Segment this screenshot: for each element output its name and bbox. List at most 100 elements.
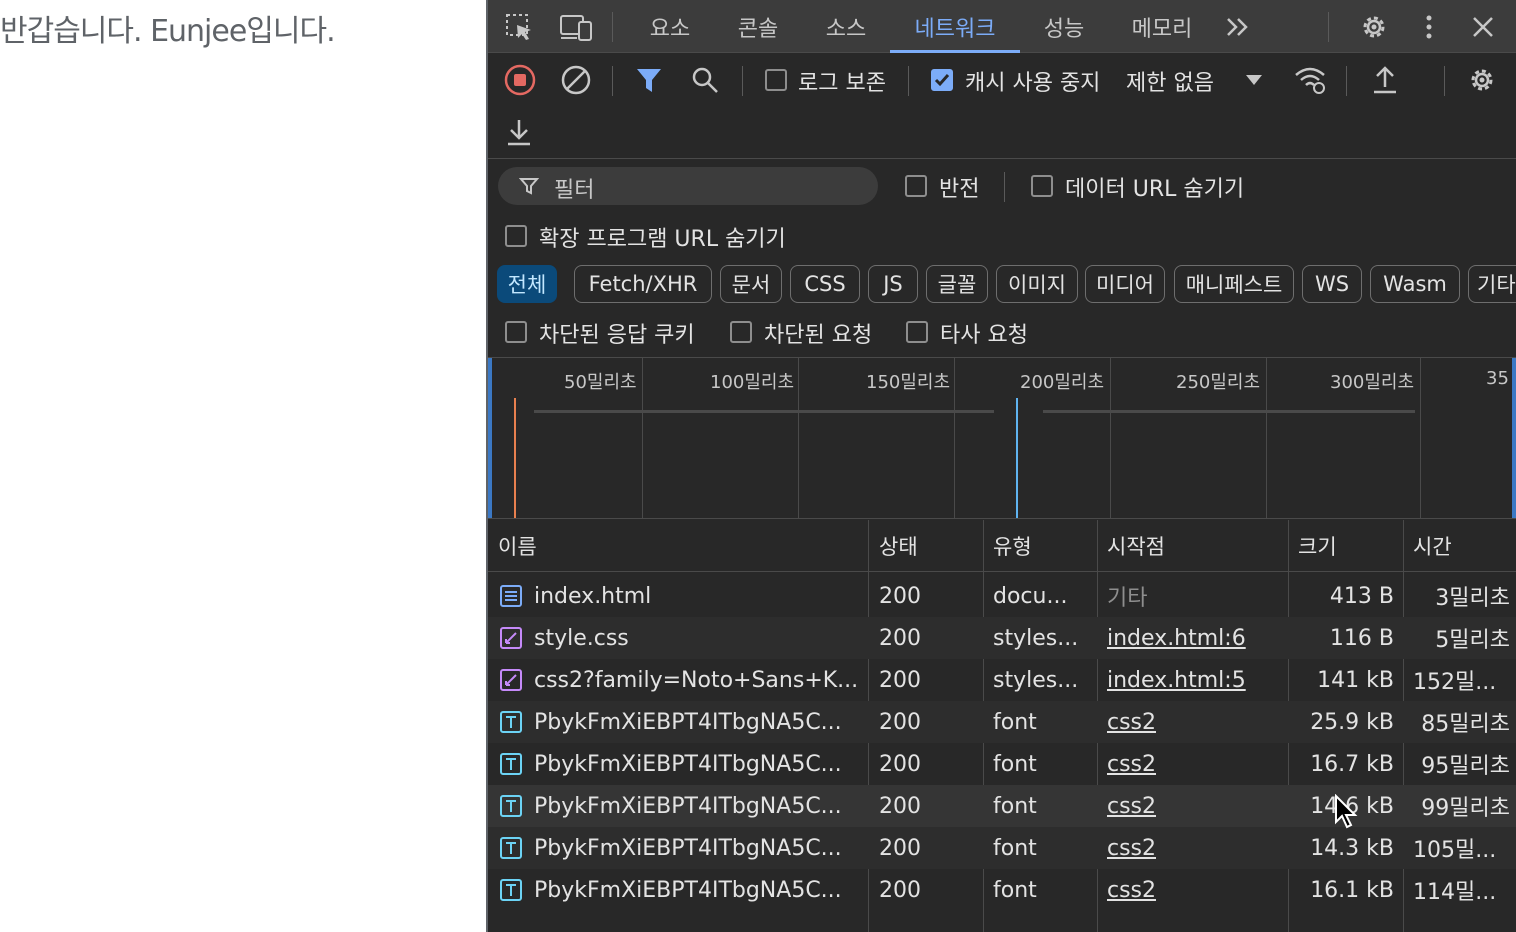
filter-input[interactable]: 필터	[498, 167, 878, 205]
kebab-menu-icon[interactable]	[1416, 10, 1442, 44]
invert-checkbox[interactable]	[905, 175, 927, 197]
request-name: style.css	[534, 625, 629, 651]
request-size: 25.9 kB	[1310, 709, 1394, 735]
chip-fetch-xhr[interactable]: Fetch/XHR	[574, 265, 712, 303]
font-icon	[500, 837, 522, 859]
request-initiator-link[interactable]: css2	[1107, 743, 1156, 785]
request-initiator-link[interactable]: index.html:5	[1107, 659, 1246, 701]
record-stop-icon[interactable]	[502, 62, 538, 98]
font-icon	[500, 879, 522, 901]
tab-performance[interactable]: 성능	[1024, 0, 1104, 53]
third-party-label: 타사 요청	[940, 323, 1028, 348]
column-status[interactable]: 상태	[879, 520, 918, 572]
table-row[interactable]: PbykFmXiEBPT4ITbgNA5C... 200 font css2 1…	[488, 869, 1516, 911]
chip-manifest[interactable]: 매니페스트	[1174, 265, 1294, 303]
chip-all[interactable]: 전체	[497, 265, 557, 303]
download-har-icon[interactable]	[502, 114, 536, 150]
filter-funnel-icon[interactable]	[632, 62, 666, 98]
page-greeting: 반갑습니다. Eunjee입니다.	[0, 14, 336, 49]
hide-data-urls-label: 데이터 URL 숨기기	[1065, 177, 1245, 202]
hide-extension-urls-label: 확장 프로그램 URL 숨기기	[539, 227, 786, 252]
tab-sources[interactable]: 소스	[804, 0, 888, 53]
chip-css[interactable]: CSS	[790, 265, 860, 303]
tab-network[interactable]: 네트워크	[890, 0, 1020, 53]
table-row[interactable]: PbykFmXiEBPT4ITbgNA5C... 200 font css2 1…	[488, 785, 1516, 827]
table-row[interactable]: PbykFmXiEBPT4ITbgNA5C... 200 font css2 1…	[488, 743, 1516, 785]
hide-data-urls-checkbox[interactable]	[1031, 175, 1053, 197]
throttle-select[interactable]: 제한 없음	[1126, 65, 1214, 97]
request-status: 200	[879, 835, 921, 861]
close-icon[interactable]	[1466, 10, 1500, 44]
column-time[interactable]: 시간	[1413, 520, 1452, 572]
waterfall-bar	[534, 410, 994, 413]
chevron-double-right-icon[interactable]	[1222, 12, 1254, 42]
request-status: 200	[879, 667, 921, 693]
overview-right-handle[interactable]	[1512, 358, 1516, 518]
timeline-tick: 35	[1486, 368, 1509, 389]
network-toolbar: 로그 보존 캐시 사용 중지 제한 없음	[488, 54, 1516, 159]
chip-js[interactable]: JS	[868, 265, 918, 303]
request-type: styles...	[993, 667, 1079, 693]
tab-console[interactable]: 콘솔	[716, 0, 800, 53]
request-initiator-link[interactable]: css2	[1107, 869, 1156, 911]
chip-other[interactable]: 기타	[1468, 265, 1516, 303]
request-initiator-link[interactable]: css2	[1107, 827, 1156, 869]
font-icon	[500, 711, 522, 733]
timeline-tick: 50밀리초	[564, 372, 637, 393]
stylesheet-icon	[500, 669, 522, 691]
table-row[interactable]: index.html 200 docu... 기타 413 B 3밀리초	[488, 575, 1516, 617]
device-toolbar-icon[interactable]	[558, 10, 594, 44]
blocked-requests-checkbox[interactable]	[730, 321, 752, 343]
blocked-cookies-label: 차단된 응답 쿠키	[539, 323, 695, 348]
upload-har-icon[interactable]	[1368, 62, 1402, 98]
chip-media[interactable]: 미디어	[1085, 265, 1165, 303]
tab-memory[interactable]: 메모리	[1112, 0, 1212, 53]
overview-left-handle[interactable]	[488, 358, 492, 518]
gear-icon[interactable]	[1356, 10, 1392, 44]
devtools-tabbar: 요소 콘솔 소스 네트워크 성능 메모리	[488, 0, 1516, 53]
column-initiator[interactable]: 시작점	[1107, 520, 1165, 572]
column-size[interactable]: 크기	[1298, 520, 1337, 572]
table-row[interactable]: style.css 200 styles... index.html:6 116…	[488, 617, 1516, 659]
request-time: 5밀리초	[1435, 628, 1510, 653]
network-overview[interactable]: 50밀리초 100밀리초 150밀리초 200밀리초 250밀리초 300밀리초…	[488, 357, 1516, 519]
network-settings-gear-icon[interactable]	[1464, 62, 1500, 98]
request-time: 3밀리초	[1435, 586, 1510, 611]
request-name: index.html	[534, 583, 652, 609]
request-time: 152밀...	[1413, 670, 1497, 695]
column-type[interactable]: 유형	[993, 520, 1032, 572]
preserve-log-checkbox[interactable]	[765, 69, 787, 91]
request-name: PbykFmXiEBPT4ITbgNA5C...	[534, 877, 842, 903]
table-row[interactable]: PbykFmXiEBPT4ITbgNA5C... 200 font css2 2…	[488, 701, 1516, 743]
request-name: PbykFmXiEBPT4ITbgNA5C...	[534, 709, 842, 735]
timeline-tick: 200밀리초	[1020, 372, 1105, 393]
disable-cache-checkbox[interactable]	[931, 69, 953, 91]
hide-extension-urls-checkbox[interactable]	[505, 225, 527, 247]
filter-icon	[518, 175, 540, 197]
request-initiator-link[interactable]: css2	[1107, 701, 1156, 743]
inspect-element-icon[interactable]	[502, 10, 536, 44]
request-size: 141 kB	[1317, 667, 1394, 693]
third-party-checkbox[interactable]	[906, 321, 928, 343]
table-row[interactable]: PbykFmXiEBPT4ITbgNA5C... 200 font css2 1…	[488, 827, 1516, 869]
request-initiator-link[interactable]: css2	[1107, 785, 1156, 827]
font-icon	[500, 753, 522, 775]
request-initiator-link[interactable]: index.html:6	[1107, 617, 1246, 659]
search-icon[interactable]	[688, 62, 722, 98]
blocked-cookies-checkbox[interactable]	[505, 321, 527, 343]
chip-doc[interactable]: 문서	[720, 265, 782, 303]
chip-ws[interactable]: WS	[1302, 265, 1362, 303]
chip-img[interactable]: 이미지	[996, 265, 1078, 303]
clear-log-icon[interactable]	[558, 62, 594, 98]
request-name: PbykFmXiEBPT4ITbgNA5C...	[534, 835, 842, 861]
chevron-down-icon[interactable]	[1242, 68, 1266, 92]
chip-wasm[interactable]: Wasm	[1370, 265, 1460, 303]
column-name[interactable]: 이름	[498, 520, 537, 572]
request-time: 99밀리초	[1421, 796, 1510, 821]
request-name: PbykFmXiEBPT4ITbgNA5C...	[534, 793, 842, 819]
network-conditions-icon[interactable]	[1292, 62, 1328, 98]
table-row[interactable]: css2?family=Noto+Sans+K... 200 styles...…	[488, 659, 1516, 701]
tab-elements[interactable]: 요소	[628, 0, 712, 53]
chip-font[interactable]: 글꼴	[926, 265, 988, 303]
request-size: 413 B	[1329, 583, 1394, 609]
